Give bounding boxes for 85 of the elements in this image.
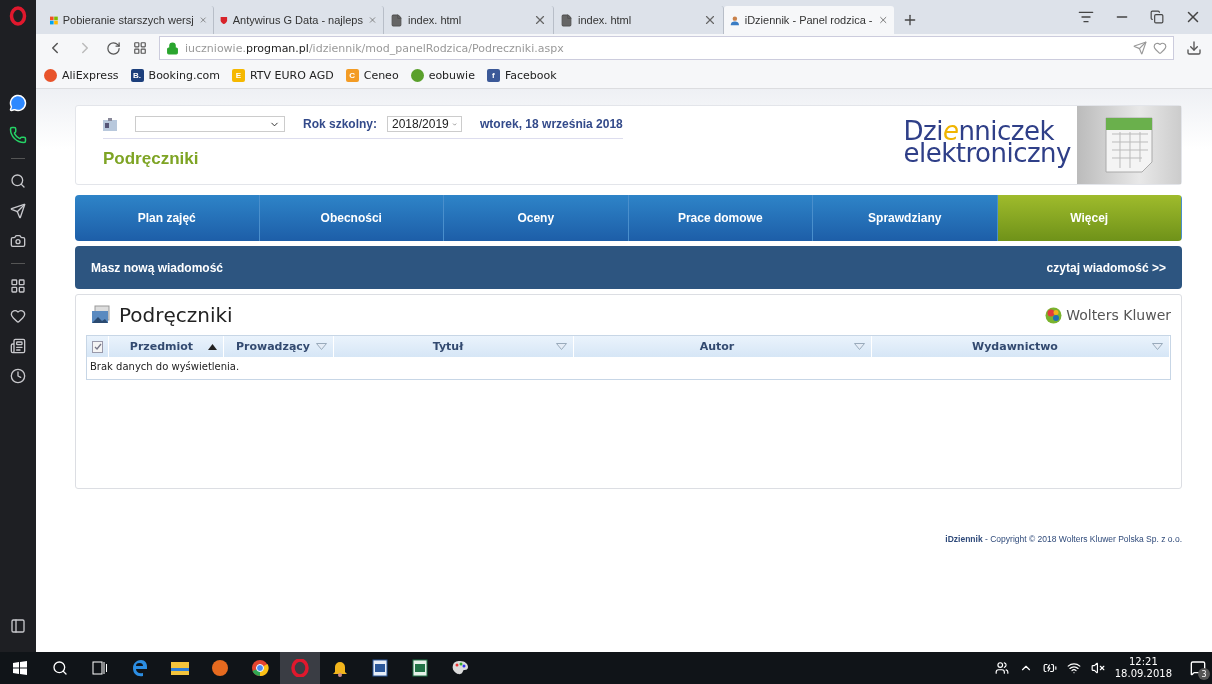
chrome-icon[interactable] — [251, 659, 269, 677]
panel-title: Podręczniki — [119, 303, 233, 327]
bookmark-icon: B. — [130, 68, 144, 82]
bookmark-link[interactable]: C Ceneo — [345, 68, 399, 82]
send-icon[interactable] — [10, 203, 26, 219]
nav-tab[interactable]: Plan zajęć — [75, 195, 260, 241]
bookmark-label[interactable]: AliExpress — [62, 68, 119, 82]
lock-icon — [166, 41, 179, 55]
bookmark-label[interactable]: Facebook — [504, 68, 557, 82]
speed-dial-icon[interactable] — [133, 41, 147, 55]
search-icon[interactable] — [10, 173, 26, 189]
column-header[interactable]: Prowadzący — [224, 336, 334, 357]
logo-text: Dzienniczek elektroniczny — [903, 115, 1071, 170]
notification-count: 3 — [1198, 668, 1210, 680]
spreadsheet-icon[interactable] — [411, 659, 429, 677]
browser-tab[interactable]: iDziennik - Panel rodzica - — [724, 6, 894, 34]
opera-logo-icon[interactable] — [9, 6, 27, 26]
file-icon — [560, 13, 573, 27]
sidebar-toggle-icon[interactable] — [10, 618, 26, 634]
task-view-icon[interactable] — [92, 661, 108, 675]
id-card-icon — [103, 117, 117, 131]
battery-icon[interactable] — [1042, 661, 1057, 675]
sort-up-icon[interactable] — [208, 343, 217, 350]
wifi-icon[interactable] — [1066, 661, 1081, 675]
tab-menu-icon[interactable] — [1078, 9, 1094, 25]
messenger-icon[interactable] — [9, 94, 27, 112]
address-bar[interactable]: iuczniowie.progman.pl/idziennik/mod_panelRodzica/Podreczniki.aspx — [159, 36, 1174, 60]
nav-tab[interactable]: Prace domowe — [628, 195, 813, 241]
palette-icon[interactable] — [451, 659, 469, 677]
restore-icon[interactable] — [1150, 10, 1164, 24]
person-icon — [730, 13, 740, 27]
phone-icon[interactable] — [9, 126, 27, 144]
bookmark-link[interactable]: AliExpress — [44, 68, 119, 82]
history-icon[interactable] — [10, 368, 26, 384]
search-icon[interactable] — [52, 660, 68, 676]
close-icon[interactable] — [533, 13, 547, 27]
apps-grid-icon[interactable] — [10, 278, 26, 294]
bookmark-link[interactable]: f Facebook — [486, 68, 557, 82]
nav-tab[interactable]: Obecności — [259, 195, 444, 241]
check-icon — [93, 342, 102, 351]
download-icon[interactable] — [1186, 40, 1202, 56]
empty-message: Brak danych do wyświetlenia. — [89, 360, 241, 374]
browser-e-icon[interactable] — [131, 659, 149, 677]
copyright-text: iDziennik - Copyright © 2018 Wolters Kluwer Polska Sp. z o.o. — [944, 534, 1182, 544]
column-header[interactable]: Autor — [574, 336, 872, 357]
message-text: Masz nową wiadomość — [91, 260, 224, 275]
bookmark-link[interactable]: B. Booking.com — [130, 68, 220, 82]
bell-icon[interactable] — [332, 659, 348, 677]
clock[interactable]: 12:21 18.09.2018 — [1114, 656, 1172, 680]
bookmark-label[interactable]: RTV EURO AGD — [250, 68, 334, 82]
bookmark-icon: f — [486, 68, 500, 82]
spreadsheet-icon — [1104, 116, 1154, 174]
bookmark-label[interactable]: Booking.com — [148, 68, 220, 82]
bookmark-label[interactable]: eobuwie — [428, 68, 475, 82]
bookmark-label[interactable]: Ceneo — [363, 68, 399, 82]
folder-icon[interactable] — [171, 660, 189, 676]
column-header[interactable]: Przedmiot — [109, 336, 224, 357]
read-message-link[interactable]: czytaj wiadomość >> — [1046, 260, 1166, 275]
column-header[interactable]: Tytuł — [334, 336, 574, 357]
document-icon[interactable] — [371, 659, 389, 677]
heart-icon[interactable] — [10, 308, 26, 324]
new-tab-icon[interactable] — [902, 12, 918, 28]
camera-icon[interactable] — [10, 233, 26, 249]
brand-logo-icon — [1045, 306, 1063, 324]
people-icon[interactable] — [994, 661, 1009, 675]
column-header[interactable]: Wydawnictwo — [872, 336, 1170, 357]
brand-name: Wolters Kluwer — [1066, 307, 1171, 323]
nav-tab[interactable]: Oceny — [444, 195, 629, 241]
bookmark-icon: C — [345, 68, 359, 82]
volume-muted-icon[interactable] — [1090, 661, 1105, 675]
bookmark-link[interactable]: eobuwie — [410, 68, 475, 82]
bookmark-icon: E — [232, 68, 245, 82]
year-label: Rok szkolny: — [303, 117, 377, 131]
nav-tab[interactable]: Sprawdziany — [813, 195, 998, 241]
year-select[interactable]: 2018/2019 — [387, 116, 462, 132]
date-text: wtorek, 18 września 2018 — [480, 117, 623, 131]
file-icon — [390, 13, 403, 27]
news-icon[interactable] — [10, 338, 26, 354]
close-icon[interactable] — [703, 13, 717, 27]
reload-icon[interactable] — [106, 40, 121, 56]
start-icon[interactable] — [13, 661, 27, 675]
select-all-checkbox[interactable] — [92, 340, 103, 353]
page-heading: Podręczniki — [103, 149, 200, 169]
bookmark-link[interactable]: E RTV EURO AGD — [232, 68, 334, 82]
picture-icon — [91, 305, 111, 325]
